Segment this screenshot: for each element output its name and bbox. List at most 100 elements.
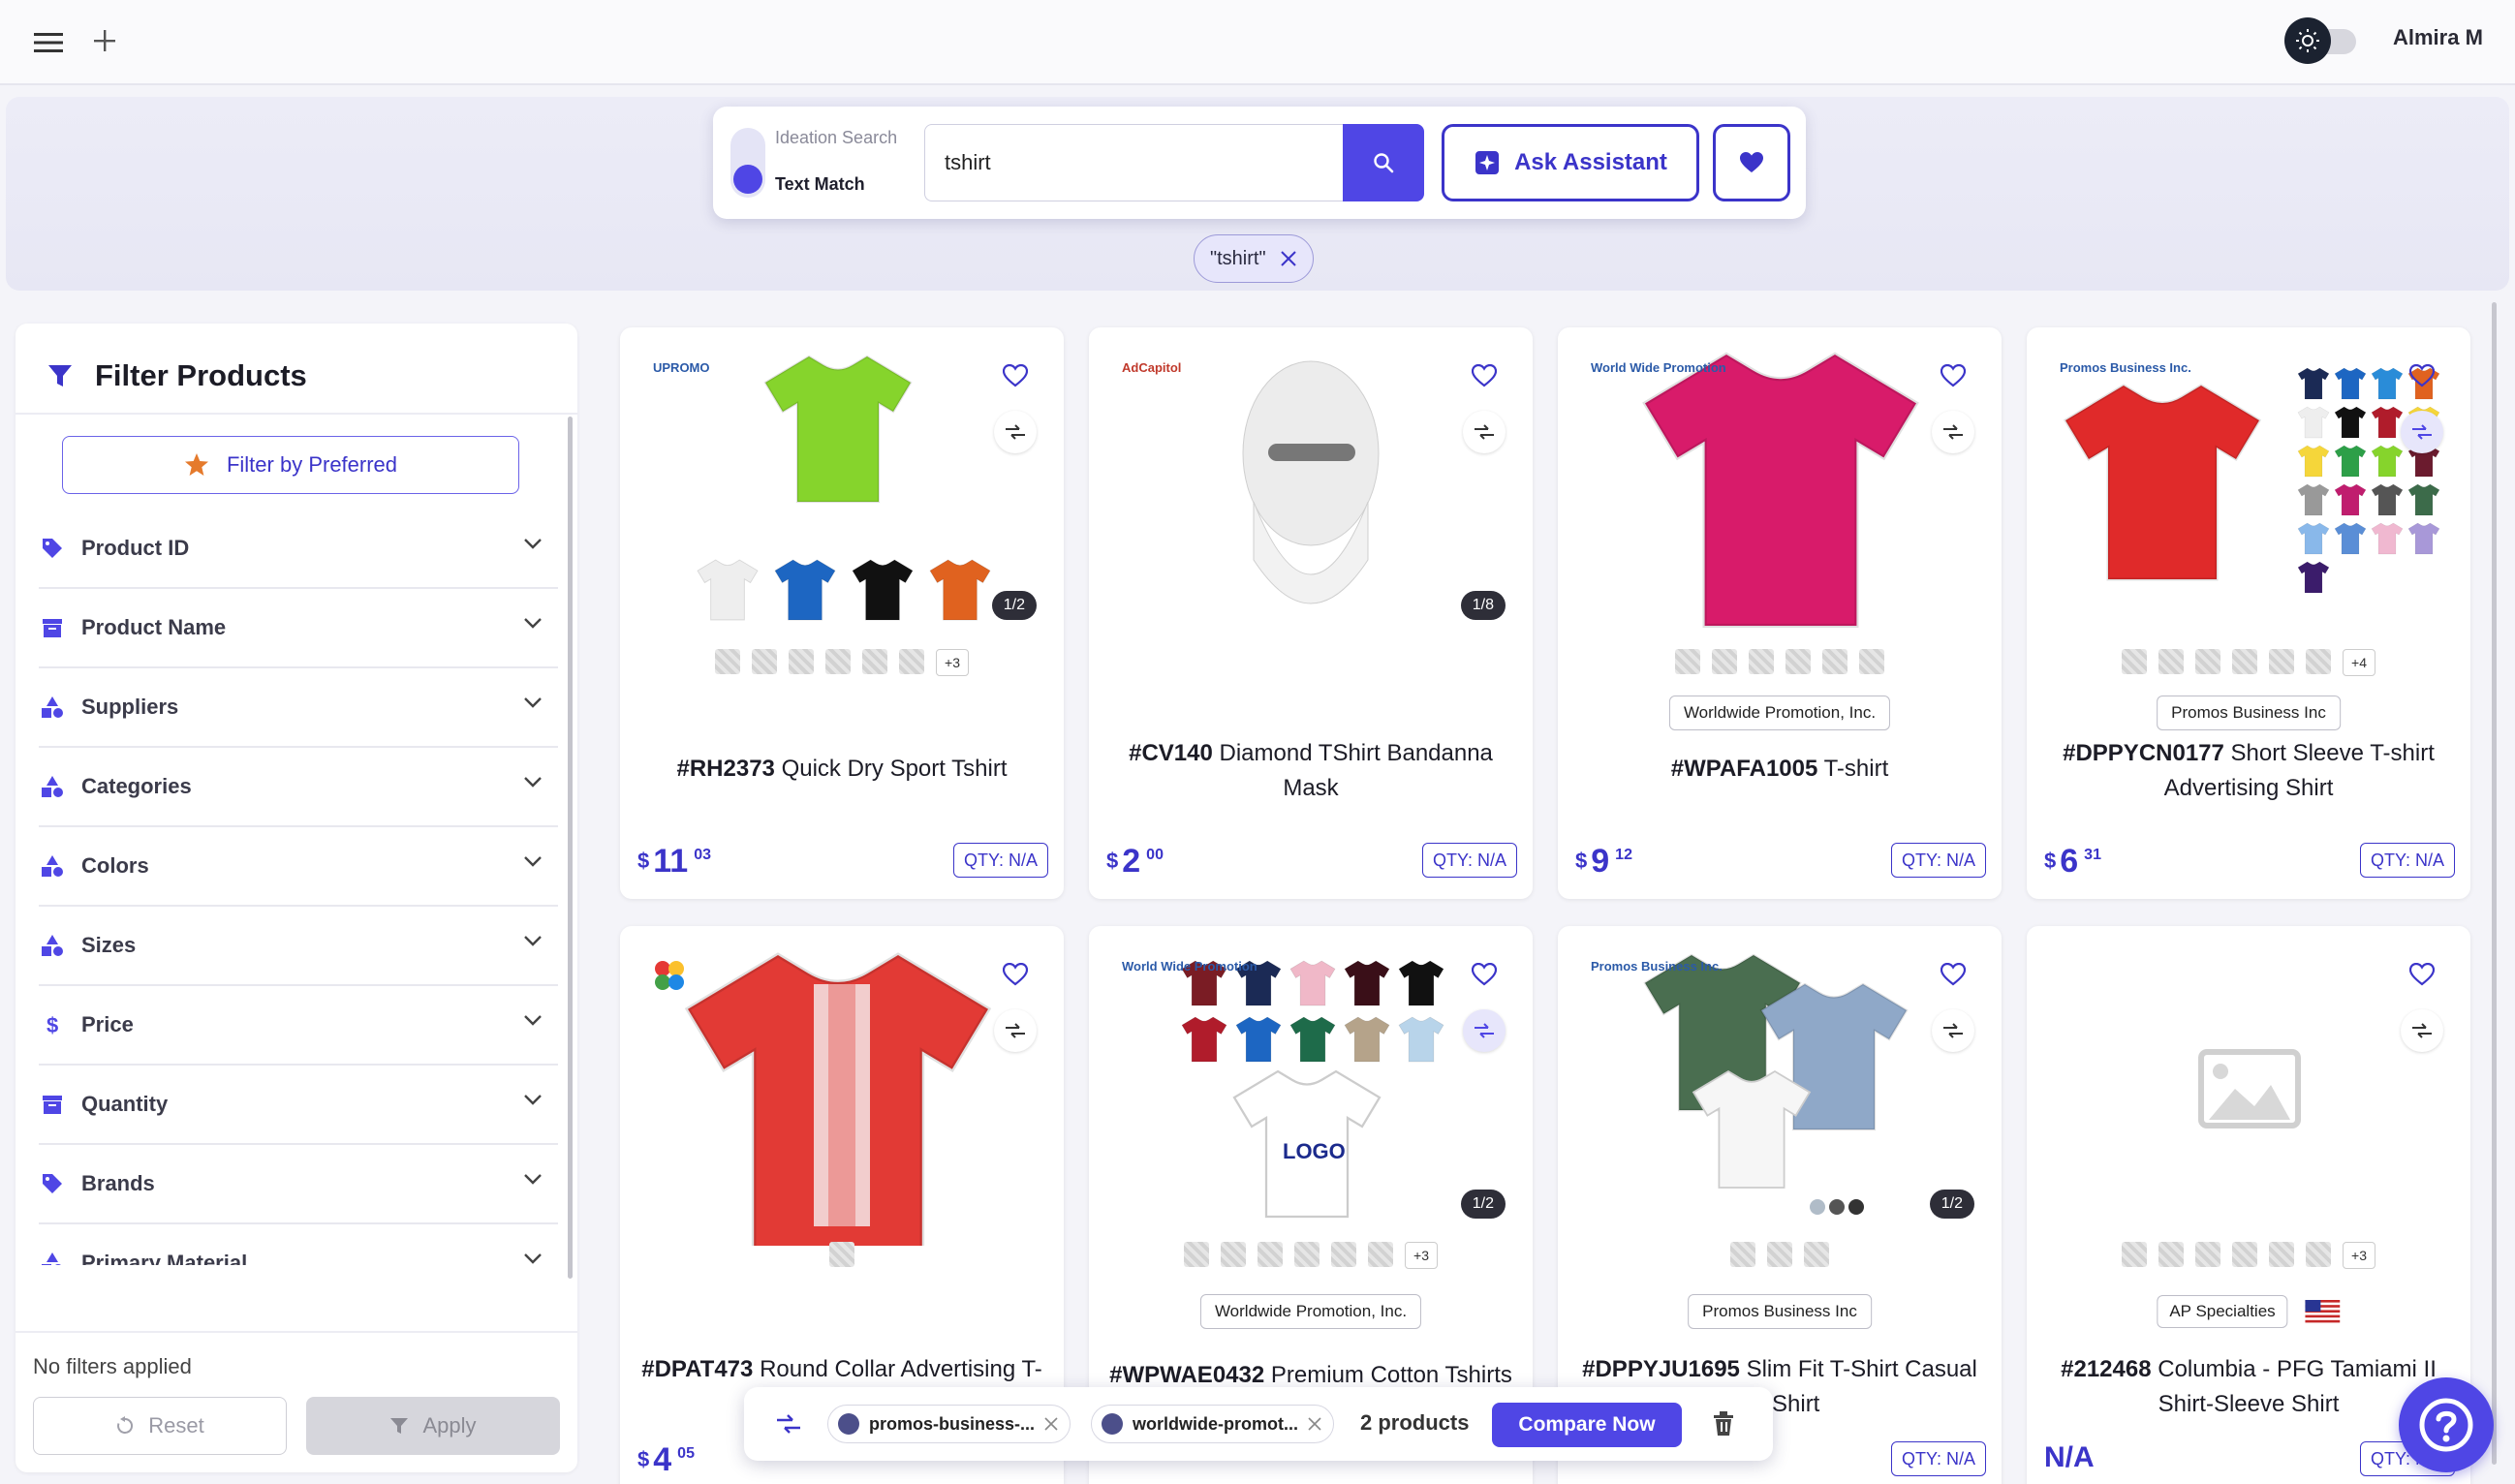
product-card[interactable]: Promos Business Inc. +4 Promos Business In… xyxy=(2027,327,2470,899)
chevron-down-icon[interactable] xyxy=(523,775,543,793)
filter-accordion-colors[interactable]: Colors xyxy=(39,827,558,907)
color-swatch[interactable] xyxy=(2232,1242,2258,1267)
help-button[interactable] xyxy=(2399,1377,2494,1472)
close-icon[interactable] xyxy=(1308,1417,1321,1431)
color-swatch[interactable] xyxy=(829,1242,854,1267)
color-swatch[interactable] xyxy=(2122,649,2148,674)
search-button[interactable] xyxy=(1343,124,1424,201)
chevron-down-icon[interactable] xyxy=(523,854,543,873)
product-title[interactable]: #WPAFA1005 T-shirt xyxy=(1577,752,1982,787)
color-swatch[interactable] xyxy=(1712,649,1737,674)
filter-accordion-price[interactable]: $ Price xyxy=(39,986,558,1066)
mode-option-ideation[interactable]: Ideation Search xyxy=(775,128,897,148)
chevron-down-icon[interactable] xyxy=(523,1093,543,1111)
filter-accordion-brands[interactable]: Brands xyxy=(39,1145,558,1224)
product-title[interactable]: #CV140 Diamond TShirt Bandanna Mask xyxy=(1108,736,1513,806)
color-swatch[interactable] xyxy=(1294,1242,1320,1267)
color-swatch[interactable] xyxy=(2158,649,2185,674)
product-title[interactable]: #212468 Columbia - PFG Tamiami II Shirt-… xyxy=(2046,1352,2451,1422)
supplier-badge[interactable]: Promos Business Inc xyxy=(1688,1294,1872,1329)
search-input[interactable] xyxy=(924,124,1345,201)
apply-button[interactable]: Apply xyxy=(306,1397,560,1455)
chevron-down-icon[interactable] xyxy=(523,1013,543,1032)
heart-icon[interactable] xyxy=(996,356,1035,395)
heart-icon[interactable] xyxy=(996,955,1035,994)
color-swatch[interactable] xyxy=(1822,649,1847,674)
supplier-badge[interactable]: Worldwide Promotion, Inc. xyxy=(1199,1294,1422,1329)
theme-toggle[interactable] xyxy=(2284,17,2358,64)
compare-toggle-icon[interactable] xyxy=(1463,411,1506,453)
product-title[interactable]: #DPPYCN0177 Short Sleeve T-shirt Adverti… xyxy=(2046,736,2451,806)
product-card[interactable]: World Wide Promotion Worldwide Promotion,… xyxy=(1558,327,2002,899)
hamburger-icon[interactable] xyxy=(29,23,68,62)
more-swatches-badge[interactable]: +3 xyxy=(1405,1242,1438,1269)
filter-by-preferred-button[interactable]: Filter by Preferred xyxy=(62,436,519,494)
close-icon[interactable] xyxy=(1044,1417,1058,1431)
compare-toggle-icon[interactable] xyxy=(2401,411,2443,453)
color-swatch[interactable] xyxy=(1730,1242,1755,1267)
heart-icon[interactable] xyxy=(2403,955,2441,994)
color-swatch[interactable] xyxy=(862,649,888,674)
search-mode-switch[interactable] xyxy=(730,128,765,198)
color-swatch[interactable] xyxy=(1804,1242,1829,1267)
chevron-down-icon[interactable] xyxy=(523,616,543,634)
heart-icon[interactable] xyxy=(1934,356,1972,395)
filter-accordion-suppliers[interactable]: Suppliers xyxy=(39,668,558,748)
reset-button[interactable]: Reset xyxy=(33,1397,287,1455)
color-swatch[interactable] xyxy=(1785,649,1811,674)
filter-accordion-categories[interactable]: Categories xyxy=(39,748,558,827)
compare-toggle-icon[interactable] xyxy=(994,411,1037,453)
compare-toggle-icon[interactable] xyxy=(1932,1009,1974,1052)
color-swatch[interactable] xyxy=(2269,649,2295,674)
close-icon[interactable] xyxy=(1280,250,1297,267)
filter-accordion-quantity[interactable]: Quantity xyxy=(39,1066,558,1145)
color-swatch[interactable] xyxy=(1767,1242,1792,1267)
filter-accordion-product-id[interactable]: Product ID xyxy=(39,510,558,589)
color-swatch[interactable] xyxy=(825,649,852,674)
compare-toggle-icon[interactable] xyxy=(1463,1009,1506,1052)
color-swatch[interactable] xyxy=(1221,1242,1247,1267)
filter-accordion-sizes[interactable]: Sizes xyxy=(39,907,558,986)
heart-icon[interactable] xyxy=(1465,356,1504,395)
chevron-down-icon[interactable] xyxy=(523,696,543,714)
heart-icon[interactable] xyxy=(1934,955,1972,994)
color-swatch[interactable] xyxy=(1331,1242,1357,1267)
color-swatch[interactable] xyxy=(1258,1242,1284,1267)
more-swatches-badge[interactable]: +3 xyxy=(936,649,969,676)
mode-option-text-match[interactable]: Text Match xyxy=(775,174,865,195)
product-card[interactable]: AdCapitol 1/8 #CV140 Diamond TShirt Bandan… xyxy=(1089,327,1533,899)
color-swatch[interactable] xyxy=(1368,1242,1394,1267)
color-swatch[interactable] xyxy=(752,649,778,674)
color-swatch[interactable] xyxy=(2122,1242,2148,1267)
trash-icon[interactable] xyxy=(1709,1408,1738,1442)
color-swatch[interactable] xyxy=(899,649,925,674)
color-swatch[interactable] xyxy=(2195,1242,2221,1267)
filter-accordion-product-name[interactable]: Product Name xyxy=(39,589,558,668)
color-swatch[interactable] xyxy=(2306,1242,2332,1267)
color-swatch[interactable] xyxy=(715,649,741,674)
color-swatch[interactable] xyxy=(2269,1242,2295,1267)
chevron-down-icon[interactable] xyxy=(523,537,543,555)
main-scrollbar[interactable] xyxy=(2492,302,2497,1465)
color-swatch[interactable] xyxy=(1675,649,1700,674)
color-swatch[interactable] xyxy=(1749,649,1774,674)
filter-accordion-primary-material[interactable]: Primary Material xyxy=(39,1224,558,1265)
supplier-badge[interactable]: AP Specialties xyxy=(2143,1294,2353,1329)
color-swatch[interactable] xyxy=(1859,649,1884,674)
chevron-down-icon[interactable] xyxy=(523,934,543,952)
sidebar-scrollbar[interactable] xyxy=(568,417,573,1279)
compare-chip-2[interactable]: worldwide-promot... xyxy=(1091,1405,1334,1443)
ask-assistant-button[interactable]: Ask Assistant xyxy=(1442,124,1699,201)
heart-icon[interactable] xyxy=(1465,955,1504,994)
product-card[interactable]: +3 AP Specialties #212468 Columbia - PFG T… xyxy=(2027,926,2470,1484)
compare-toggle-icon[interactable] xyxy=(2401,1009,2443,1052)
supplier-badge[interactable]: Promos Business Inc xyxy=(2157,696,2341,730)
favorites-button[interactable] xyxy=(1713,124,1790,201)
plus-icon[interactable] xyxy=(85,21,124,60)
color-swatch[interactable] xyxy=(2195,649,2221,674)
chevron-down-icon[interactable] xyxy=(523,1172,543,1190)
color-swatch[interactable] xyxy=(2232,649,2258,674)
more-swatches-badge[interactable]: +3 xyxy=(2343,1242,2375,1269)
color-swatch[interactable] xyxy=(2306,649,2332,674)
color-swatch[interactable] xyxy=(1184,1242,1210,1267)
